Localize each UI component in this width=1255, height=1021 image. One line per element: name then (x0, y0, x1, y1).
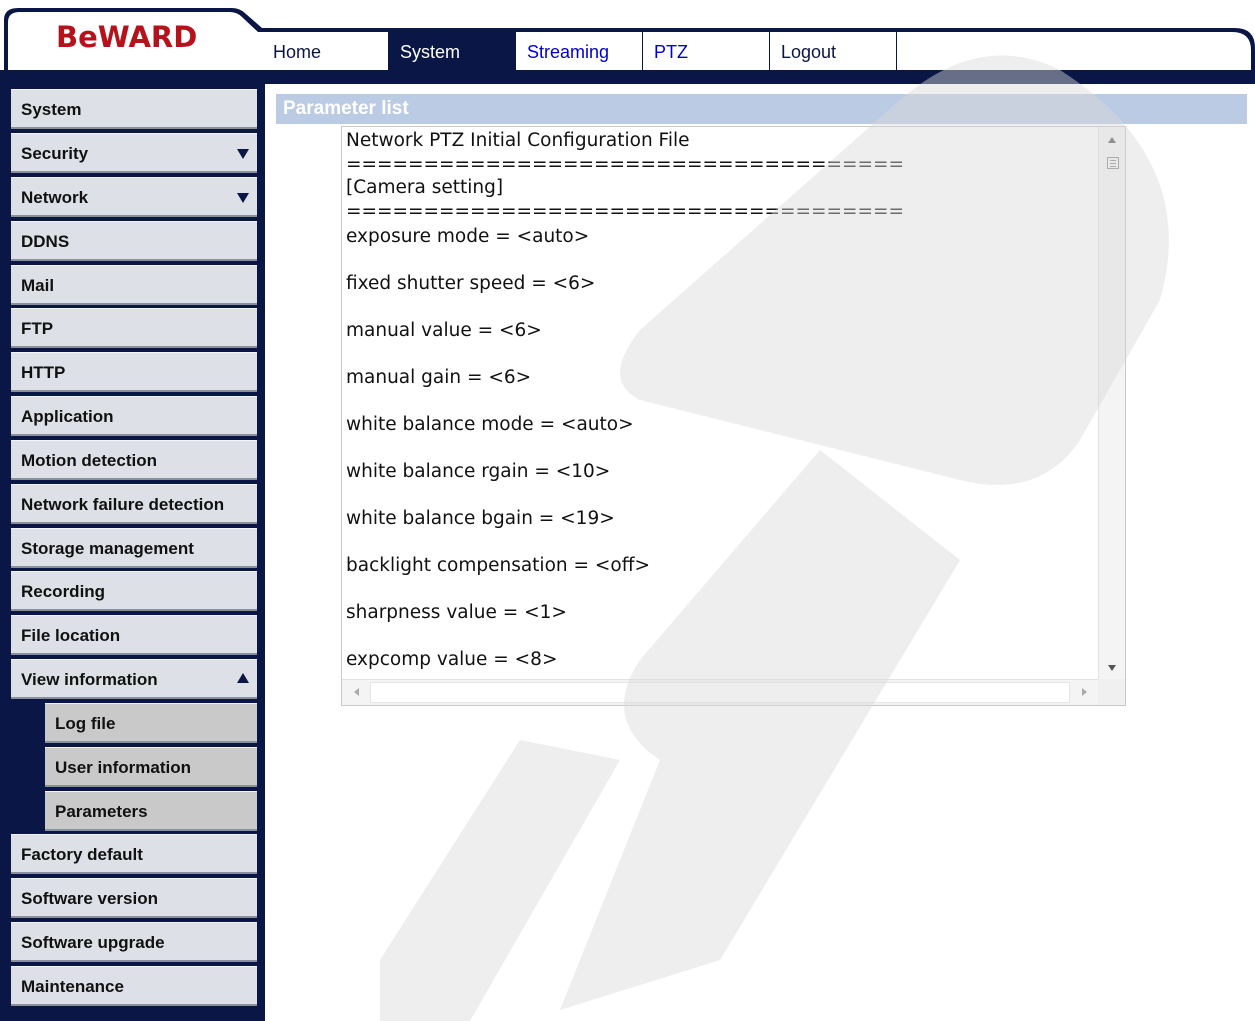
parameter-line: manual gain = <6> (346, 367, 532, 388)
sidebar-item-mail[interactable]: Mail (11, 265, 257, 305)
sidebar-item-label: Network failure detection (21, 495, 225, 514)
tab-logout[interactable]: Logout (770, 32, 897, 70)
parameter-line: expcomp value = <8> (346, 649, 558, 670)
parameter-line: fixed shutter speed = <6> (346, 273, 596, 294)
sidebar-item-label: Security (21, 144, 89, 163)
sidebar-item-label: DDNS (21, 232, 70, 251)
parameter-line: ==================================== (346, 200, 905, 222)
scroll-down-arrow-icon[interactable] (1108, 665, 1116, 671)
sidebar-item-label: System (21, 100, 82, 119)
sidebar-item-software-upgrade[interactable]: Software upgrade (11, 922, 257, 962)
sidebar-item-network-failure-detection[interactable]: Network failure detection (11, 484, 257, 524)
parameter-line: white balance mode = <auto> (346, 414, 634, 435)
sidebar-item-system[interactable]: System (11, 89, 257, 129)
parameter-line: manual value = <6> (346, 320, 542, 341)
sidebar-item-motion-detection[interactable]: Motion detection (11, 440, 257, 480)
sidebar-subitem-user-information[interactable]: User information (45, 747, 257, 787)
vertical-scrollbar[interactable] (1098, 127, 1125, 681)
sidebar-item-network[interactable]: Network (11, 177, 257, 217)
sidebar-item-label: Maintenance (21, 977, 124, 996)
sidebar-item-label: Application (21, 407, 114, 426)
sidebar-item-label: View information (21, 670, 158, 689)
scroll-right-arrow-icon[interactable] (1082, 688, 1087, 696)
parameter-list-textarea[interactable]: Network PTZ Initial Configuration File =… (341, 126, 1126, 706)
sidebar-item-label: File location (21, 626, 121, 645)
sidebar-item-label: FTP (21, 319, 54, 338)
section-header-parameter-list: Parameter list (276, 94, 1247, 124)
scroll-up-arrow-icon[interactable] (1108, 137, 1116, 143)
horizontal-scrollbar[interactable] (342, 679, 1125, 705)
sidebar-item-label: Mail (21, 276, 55, 295)
sidebar-item-label: HTTP (21, 363, 66, 382)
parameter-line: sharpness value = <1> (346, 602, 567, 623)
sidebar-item-label: Parameters (55, 802, 148, 821)
sidebar-item-label: Log file (55, 714, 116, 733)
sidebar-item-label: Storage management (21, 539, 194, 558)
sidebar-item-recording[interactable]: Recording (11, 571, 257, 611)
sidebar-item-application[interactable]: Application (11, 396, 257, 436)
parameter-line: exposure mode = <auto> (346, 226, 590, 247)
sidebar-item-label: Factory default (21, 845, 143, 864)
sidebar-subitem-parameters[interactable]: Parameters (45, 791, 257, 831)
parameter-line: white balance bgain = <19> (346, 508, 615, 529)
parameter-line: white balance rgain = <10> (346, 461, 611, 482)
parameter-line: Network PTZ Initial Configuration File (346, 130, 690, 151)
expand-down-icon (237, 193, 249, 203)
tab-ptz[interactable]: PTZ (643, 32, 770, 70)
sidebar-item-label: Software version (21, 889, 158, 908)
sidebar-item-factory-default[interactable]: Factory default (11, 834, 257, 874)
sidebar-item-software-version[interactable]: Software version (11, 878, 257, 918)
tab-home[interactable]: Home (262, 32, 389, 70)
scroll-left-arrow-icon[interactable] (354, 688, 359, 696)
sidebar-item-http[interactable]: HTTP (11, 352, 257, 392)
sidebar-item-file-location[interactable]: File location (11, 615, 257, 655)
sidebar-item-security[interactable]: Security (11, 133, 257, 173)
collapse-up-icon (237, 673, 249, 683)
top-header: BeWARD Home System Streaming PTZ Logout (0, 0, 1255, 84)
beward-logo: BeWARD (56, 20, 198, 54)
parameter-line: backlight compensation = <off> (346, 555, 650, 576)
expand-down-icon (237, 149, 249, 159)
sidebar-item-label: User information (55, 758, 192, 777)
tab-streaming[interactable]: Streaming (516, 32, 643, 70)
top-tab-bar: Home System Streaming PTZ Logout (262, 32, 897, 70)
sidebar-item-label: Recording (21, 582, 106, 601)
parameter-line: ==================================== (346, 153, 905, 175)
parameter-line: [Camera setting] (346, 177, 504, 198)
sidebar-item-view-information[interactable]: View information (11, 659, 257, 699)
parameter-text: Network PTZ Initial Configuration File =… (346, 129, 1098, 681)
sidebar-item-label: Motion detection (21, 451, 157, 470)
sidebar-item-ddns[interactable]: DDNS (11, 221, 257, 261)
sidebar-item-maintenance[interactable]: Maintenance (11, 966, 257, 1006)
tab-system[interactable]: System (389, 32, 516, 70)
sidebar-item-storage-management[interactable]: Storage management (11, 528, 257, 568)
scrollbar-corner (1098, 679, 1125, 705)
sidebar-item-label: Network (21, 188, 89, 207)
sidebar-item-label: Software upgrade (21, 933, 165, 952)
sidebar-item-ftp[interactable]: FTP (11, 308, 257, 348)
scroll-thumb-grip-icon[interactable] (1107, 157, 1119, 169)
horizontal-scroll-thumb[interactable] (370, 682, 1070, 703)
sidebar-subitem-log-file[interactable]: Log file (45, 703, 257, 743)
